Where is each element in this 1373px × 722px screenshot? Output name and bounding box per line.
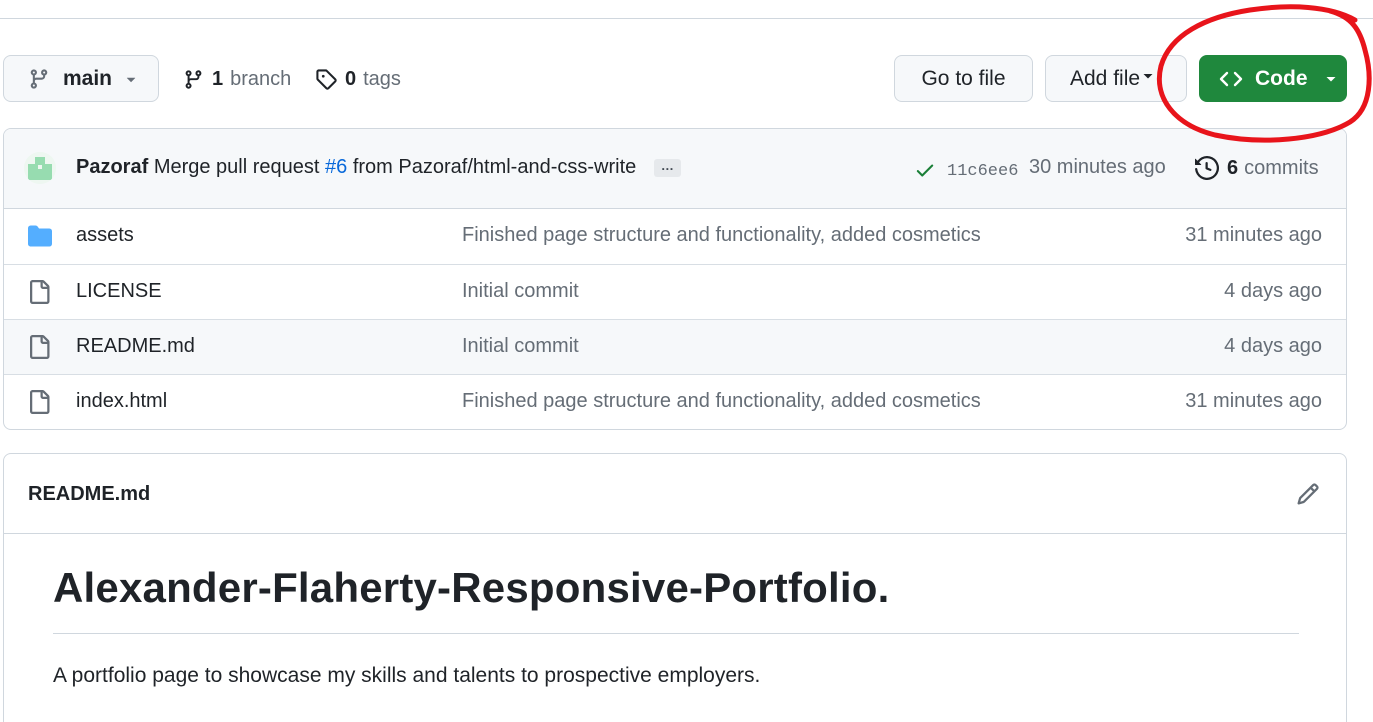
chevron-down-icon [1325,73,1337,85]
tag-icon [315,68,337,90]
commit-sha-link[interactable]: 11c6ee6 [947,162,1018,181]
chevron-down-icon [1142,70,1154,82]
tag-count: 0 [345,67,357,90]
commits-history-link[interactable]: 6 commits [1195,156,1319,180]
check-icon[interactable] [914,159,936,181]
code-button[interactable]: Code [1199,55,1347,102]
file-row[interactable]: README.md Initial commit 4 days ago [4,319,1346,374]
branch-name: main [63,66,113,90]
branch-selector-button[interactable]: main [3,55,159,102]
file-commit-message-link[interactable]: Initial commit [462,280,579,303]
readme-heading: Alexander-Flaherty-Responsive-Portfolio. [53,564,890,611]
commit-count: 6 [1227,156,1239,179]
commits-label: commits [1244,156,1319,179]
go-to-file-button[interactable]: Go to file [894,55,1033,102]
expand-commit-button[interactable]: … [653,158,681,177]
file-browser: Pazoraf Merge pull request #6 from Pazor… [3,128,1347,430]
git-branch-icon [28,68,50,90]
file-row[interactable]: assets Finished page structure and funct… [4,209,1346,264]
pencil-icon[interactable] [1296,482,1320,506]
readme-paragraph: A portfolio page to showcase my skills a… [53,664,761,687]
file-commit-age: 31 minutes ago [1185,224,1322,246]
file-commit-age: 4 days ago [1224,335,1322,357]
add-file-button[interactable]: Add file [1045,55,1187,102]
file-commit-message-link[interactable]: Finished page structure and functionalit… [462,390,981,413]
pull-request-link[interactable]: #6 [325,156,347,178]
commit-author-link[interactable]: Pazoraf [76,156,148,178]
file-row[interactable]: index.html Finished page structure and f… [4,374,1346,429]
file-row[interactable]: LICENSE Initial commit 4 days ago [4,264,1346,319]
file-icon [27,335,51,359]
code-icon [1219,68,1243,90]
avatar[interactable] [24,152,56,184]
file-name-link[interactable]: index.html [76,390,167,413]
readme-heading-divider [53,633,1299,634]
file-commit-message-link[interactable]: Finished page structure and functionalit… [462,224,981,247]
branch-count: 1 [212,67,224,90]
commit-time[interactable]: 30 minutes ago [1029,156,1166,179]
readme-file-name[interactable]: README.md [28,483,150,506]
code-button-label: Code [1255,66,1308,90]
tags-link[interactable]: 0 tags [315,64,401,94]
file-icon [27,280,51,304]
folder-icon [27,224,53,248]
commit-message-text[interactable]: Merge pull request [154,156,320,178]
top-divider [0,18,1373,19]
file-name-link[interactable]: LICENSE [76,280,162,303]
file-name-link[interactable]: assets [76,224,134,247]
branch-label: branch [230,67,292,90]
branches-link[interactable]: 1 branch [183,64,291,94]
file-commit-message-link[interactable]: Initial commit [462,335,579,358]
chevron-down-icon [124,72,138,86]
readme-header: README.md [4,454,1346,534]
commit-message-branch[interactable]: from Pazoraf/html-and-css-write [353,156,636,178]
file-icon [27,390,51,414]
git-branch-icon [183,69,204,90]
tag-label: tags [363,67,401,90]
latest-commit-bar: Pazoraf Merge pull request #6 from Pazor… [4,129,1346,209]
file-commit-age: 31 minutes ago [1185,390,1322,412]
file-name-link[interactable]: README.md [76,335,195,358]
file-commit-age: 4 days ago [1224,280,1322,302]
add-file-label: Add file [1070,66,1141,90]
readme-panel: README.md Alexander-Flaherty-Responsive-… [3,453,1347,722]
history-icon [1195,156,1219,180]
commit-message: Pazoraf Merge pull request #6 from Pazor… [76,156,681,179]
